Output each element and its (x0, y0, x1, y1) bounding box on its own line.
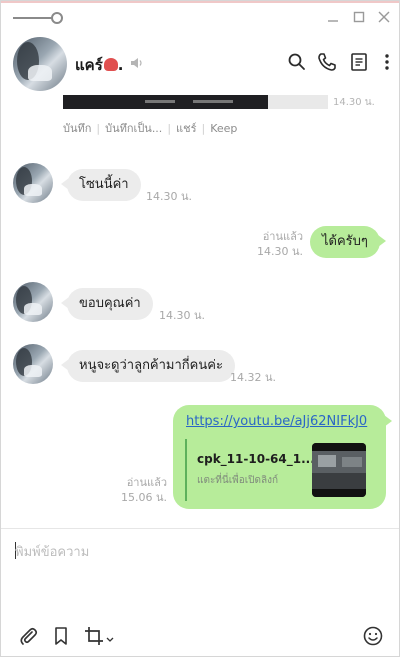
read-receipt: อ่านแล้ว (262, 230, 303, 243)
sender-avatar[interactable] (13, 282, 53, 322)
read-receipt: อ่านแล้ว (126, 476, 167, 489)
close-icon[interactable] (376, 9, 392, 25)
phone-icon[interactable] (316, 51, 338, 73)
share-action[interactable]: แชร์ (176, 122, 196, 135)
message-time: 14.30 น. (146, 190, 193, 203)
save-as-action[interactable]: บันทึกเป็น... (105, 122, 162, 135)
slider-track (13, 17, 53, 19)
slider-knob[interactable] (51, 12, 63, 24)
bookmark-icon[interactable] (50, 625, 72, 647)
thumbnail-dark-area (63, 95, 268, 109)
media-actions: บันทึก | บันทึกเป็น... | แชร์ | Keep (63, 122, 238, 135)
message-bubble[interactable]: ได้ครับๆ (310, 226, 386, 258)
previous-message-time: 14.30 น. (333, 97, 375, 108)
message-bubble[interactable]: ขอบคุณค่า (61, 288, 153, 320)
message-meta: อ่านแล้ว 15.06 น. (111, 475, 167, 505)
maximize-icon[interactable] (351, 9, 367, 25)
sender-avatar[interactable] (13, 163, 53, 203)
minimize-icon[interactable] (325, 9, 341, 25)
speaker-icon (131, 58, 142, 68)
crop-screenshot-icon[interactable] (83, 625, 115, 647)
contact-name[interactable]: แคร์. (75, 53, 123, 77)
save-action[interactable]: บันทึก (63, 122, 91, 135)
link-preview-thumbnail (312, 443, 366, 497)
search-icon[interactable] (286, 51, 308, 73)
message-bubble[interactable]: โซนนี้ค่า (61, 169, 141, 201)
notes-icon[interactable] (348, 51, 370, 73)
message-time: 14.30 น. (256, 245, 303, 258)
message-time: 14.32 น. (230, 371, 277, 384)
keep-action[interactable]: Keep (210, 122, 237, 135)
thumbnail-light-area (268, 95, 328, 109)
emoji-icon[interactable] (362, 625, 384, 647)
message-link[interactable]: https://youtu.be/aJj62NIFkJ0 (186, 414, 367, 429)
message-input[interactable] (15, 541, 385, 601)
link-preview-card[interactable]: cpk_11-10-64_1... แตะที่นี่เพื่อเปิดลิงก… (185, 439, 377, 501)
contact-name-suffix: . (117, 56, 124, 74)
message-meta: อ่านแล้ว 14.30 น. (241, 229, 303, 259)
message-time: 15.06 น. (120, 491, 167, 504)
composer-divider (1, 528, 399, 529)
previous-media-thumbnail[interactable] (63, 95, 343, 111)
chat-window: แคร์. 14.30 น. บันทึก | บันทึกเป็น... | … (0, 0, 400, 657)
contact-avatar[interactable] (13, 37, 67, 91)
message-bubble[interactable]: หนูจะดูว่าลูกค้ามากี่คนค่ะ (61, 350, 235, 382)
sender-avatar[interactable] (13, 344, 53, 384)
link-preview-title: cpk_11-10-64_1... (197, 452, 315, 466)
more-icon[interactable] (376, 51, 398, 73)
opacity-slider[interactable] (13, 11, 65, 25)
link-message-bubble: https://youtu.be/aJj62NIFkJ0 cpk_11-10-6… (173, 405, 392, 509)
attach-file-icon[interactable] (17, 625, 39, 647)
title-bar (1, 1, 399, 33)
link-preview-subtitle: แตะที่นี่เพื่อเปิดลิงก์ (197, 475, 279, 486)
contact-name-text: แคร์ (75, 56, 103, 74)
octopus-emoji-icon (103, 58, 118, 71)
chat-header: แคร์. (1, 33, 399, 95)
message-time: 14.30 น. (159, 309, 206, 322)
